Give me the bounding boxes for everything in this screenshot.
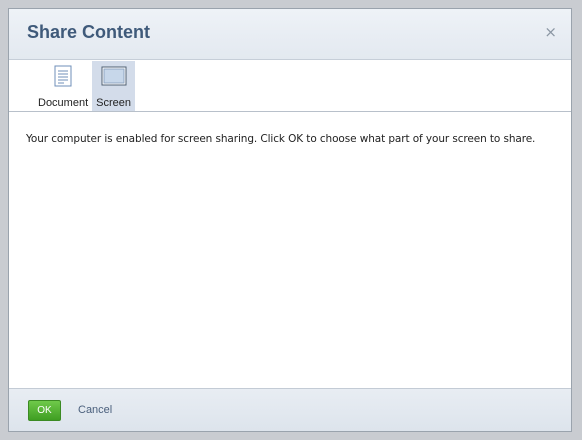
cancel-link[interactable]: Cancel <box>78 404 112 416</box>
dialog-title: Share Content <box>27 22 151 42</box>
screen-tab-label: Screen <box>96 97 131 109</box>
close-icon[interactable]: × <box>544 23 557 41</box>
screen-sharing-message: Your computer is enabled for screen shar… <box>26 133 536 145</box>
screen-icon <box>101 65 127 92</box>
dialog-content: Your computer is enabled for screen shar… <box>9 112 571 388</box>
document-tab[interactable]: Document <box>34 61 92 111</box>
dialog-footer: OK Cancel <box>9 388 571 431</box>
ok-button[interactable]: OK <box>28 399 61 421</box>
document-tab-label: Document <box>38 97 89 109</box>
share-type-toolbar: Document Screen <box>9 60 571 112</box>
share-content-dialog: Share Content × Document Screen Your com… <box>8 8 572 432</box>
dialog-title-bar: Share Content × <box>9 9 571 60</box>
screen-tab[interactable]: Screen <box>92 61 135 111</box>
document-icon <box>54 65 72 92</box>
